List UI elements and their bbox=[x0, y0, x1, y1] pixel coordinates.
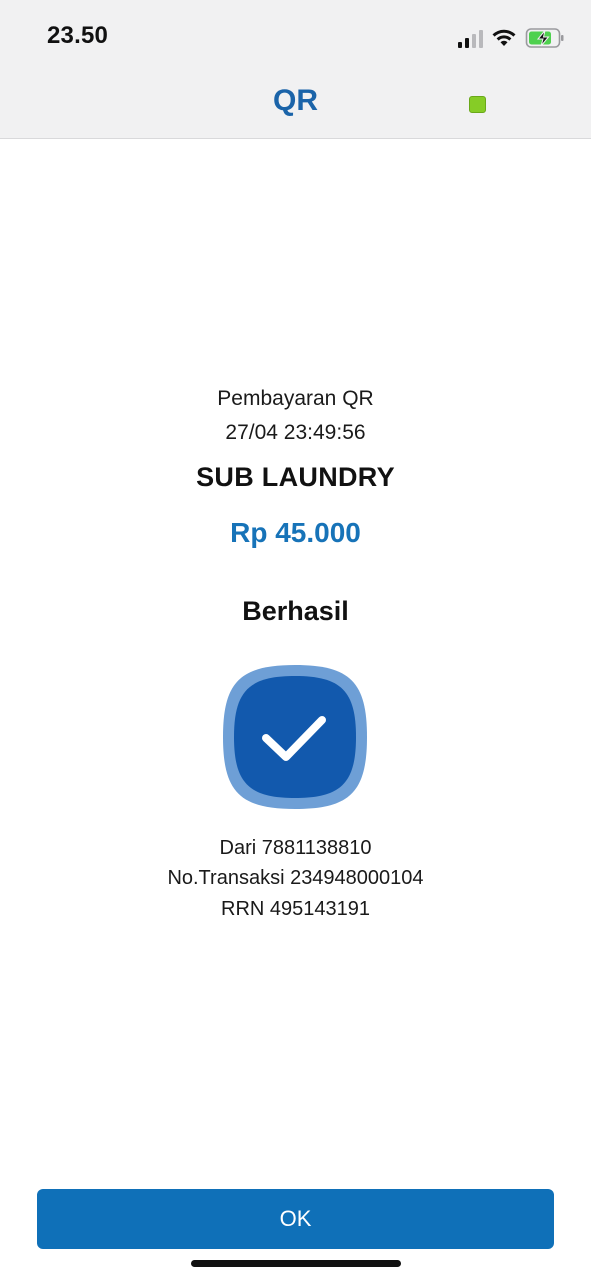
status-indicator bbox=[469, 96, 486, 113]
home-indicator[interactable] bbox=[191, 1260, 401, 1267]
status-icons bbox=[458, 24, 565, 52]
top-bar: 23.50 QR bbox=[0, 0, 591, 139]
transaction-number: No.Transaksi 234948000104 bbox=[167, 867, 424, 889]
checkmark-success-icon bbox=[222, 664, 368, 810]
ok-button[interactable]: OK bbox=[37, 1189, 554, 1249]
transaction-datetime: 27/04 23:49:56 bbox=[225, 421, 366, 444]
transaction-type: Pembayaran QR bbox=[217, 387, 374, 410]
transaction-result-screen: 23.50 QR Pembayaran QR 27/04 23:49:56 SU… bbox=[0, 0, 591, 1280]
battery-charging-icon bbox=[525, 27, 565, 49]
wifi-icon bbox=[491, 28, 517, 48]
transaction-amount: Rp 45.000 bbox=[230, 517, 361, 548]
transaction-status: Berhasil bbox=[242, 596, 349, 626]
rrn-number: RRN 495143191 bbox=[221, 898, 370, 920]
merchant-name: SUB LAUNDRY bbox=[196, 462, 395, 492]
page-title: QR bbox=[273, 84, 318, 117]
status-time: 23.50 bbox=[47, 22, 109, 49]
cellular-signal-icon bbox=[458, 28, 483, 48]
sender-account: Dari 7881138810 bbox=[219, 837, 372, 859]
